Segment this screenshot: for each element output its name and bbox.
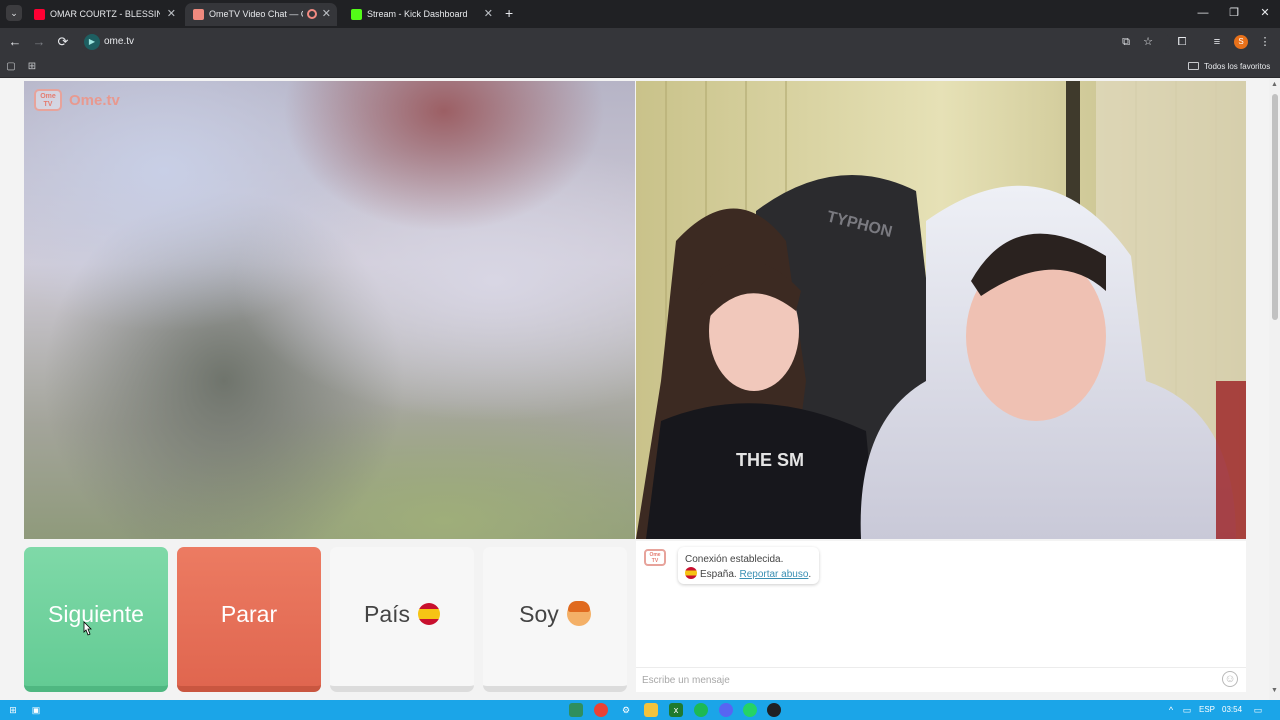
gender-label: Soy xyxy=(519,601,559,627)
minimize-button[interactable]: — xyxy=(1193,4,1213,22)
scroll-down-icon[interactable]: ▼ xyxy=(1271,687,1278,694)
tab-title: Stream - Kick Dashboard xyxy=(367,9,468,19)
new-tab-button[interactable]: + xyxy=(505,4,519,22)
page-scrollbar[interactable]: ▲ ▼ xyxy=(1269,79,1280,700)
cast-icon[interactable]: ⧉ xyxy=(1117,33,1135,51)
gender-button[interactable]: Soy xyxy=(483,547,627,692)
next-label: Siguiente xyxy=(48,601,144,627)
tab-title: OmeTV Video Chat — Ome xyxy=(209,9,303,19)
all-bookmarks-button[interactable]: Todos los favoritos xyxy=(1188,56,1270,78)
country-label: País xyxy=(363,601,411,627)
browser-toolbar: ← → ⟳ ▶ ome.tv ⧉ ☆ ⧠ ≡ ⋮ xyxy=(0,28,1280,56)
page-icon[interactable]: ▢ xyxy=(5,61,17,73)
youtube-icon xyxy=(34,9,45,20)
task-view-icon[interactable]: ▣ xyxy=(29,703,43,717)
extensions-icon[interactable]: ⧠ xyxy=(1173,33,1191,51)
hoodie-print: THE SM xyxy=(736,450,804,470)
tab-strip: ⌄ OMAR COURTZ - BLESSINGS (V ✕ OmeTV Vid… xyxy=(0,0,1280,28)
start-icon[interactable]: ⊞ xyxy=(6,703,20,717)
stop-button[interactable]: Parar xyxy=(177,547,321,692)
apps-grid-icon[interactable]: ⊞ xyxy=(26,61,38,73)
reload-button[interactable]: ⟳ xyxy=(54,33,72,51)
forward-button[interactable]: → xyxy=(30,33,48,51)
language-indicator[interactable]: ESP xyxy=(1199,700,1215,720)
system-message: Conexión establecida. España. Reportar a… xyxy=(678,547,819,584)
whatsapp-icon[interactable] xyxy=(743,703,757,717)
close-window-button[interactable]: ✕ xyxy=(1255,4,1275,22)
remote-video: TYPHON THE SM xyxy=(636,81,1246,539)
file-explorer-icon[interactable] xyxy=(644,703,658,717)
tab-title: OMAR COURTZ - BLESSINGS (V xyxy=(50,9,160,19)
kick-icon xyxy=(351,9,362,20)
tab-search-icon[interactable]: ⌄ xyxy=(6,5,22,21)
network-icon[interactable]: ▭ xyxy=(1180,703,1194,717)
report-suffix: . xyxy=(808,569,812,580)
mouse-cursor-icon xyxy=(83,621,92,636)
logo-wordmark: Ome.tv xyxy=(69,92,120,109)
spain-flag-icon xyxy=(418,603,441,625)
close-tab-icon[interactable]: ✕ xyxy=(322,3,331,26)
local-video xyxy=(24,81,635,539)
clock[interactable]: 03:54 xyxy=(1222,700,1242,720)
folder-icon xyxy=(1188,62,1199,70)
logo-box: Ome TV xyxy=(34,89,62,111)
excel-icon[interactable]: x xyxy=(669,703,683,717)
browser-menu-icon[interactable]: ⋮ xyxy=(1256,33,1274,51)
address-bar[interactable]: ▶ ome.tv xyxy=(80,31,1170,53)
scrollbar-thumb[interactable] xyxy=(1272,94,1278,320)
boy-emoji-icon xyxy=(566,601,591,626)
bookmark-star-icon[interactable]: ☆ xyxy=(1139,33,1157,51)
settings-icon[interactable]: ⚙ xyxy=(619,703,633,717)
spain-flag-icon xyxy=(685,567,697,579)
ometv-chat-icon: Ome TV xyxy=(644,549,666,566)
tray-chevron-icon[interactable]: ^ xyxy=(1164,703,1178,717)
url-text: ome.tv xyxy=(104,36,135,47)
back-button[interactable]: ← xyxy=(6,33,24,51)
message-input[interactable] xyxy=(642,672,1202,689)
message-input-bar xyxy=(636,667,1246,692)
discord-icon[interactable] xyxy=(719,703,733,717)
media-control-icon[interactable]: ≡ xyxy=(1208,33,1226,51)
tab-ometv[interactable]: OmeTV Video Chat — Ome ✕ xyxy=(185,3,337,26)
site-info-icon[interactable]: ▶ xyxy=(84,34,100,50)
all-bookmarks-label: Todos los favoritos xyxy=(1204,62,1271,71)
app-icon-1[interactable] xyxy=(569,703,583,717)
notifications-icon[interactable]: ▭ xyxy=(1251,703,1265,717)
scroll-up-icon[interactable]: ▲ xyxy=(1271,81,1278,88)
recording-icon xyxy=(307,9,317,19)
spotify-icon[interactable] xyxy=(694,703,708,717)
tab-youtube[interactable]: OMAR COURTZ - BLESSINGS (V ✕ xyxy=(26,3,182,26)
country-button[interactable]: País xyxy=(330,547,474,692)
country-name: España. xyxy=(700,569,737,580)
emoji-picker-icon[interactable]: ☺ xyxy=(1222,671,1238,687)
ometv-icon xyxy=(193,9,204,20)
partner-country: España. Reportar abuso. xyxy=(685,567,812,582)
stop-label: Parar xyxy=(220,601,278,627)
connection-status: Conexión establecida. xyxy=(685,554,784,565)
chrome-icon[interactable] xyxy=(594,703,608,717)
profile-avatar[interactable]: S xyxy=(1234,35,1248,49)
next-button[interactable]: Siguiente xyxy=(24,547,168,692)
remote-video-scene: TYPHON THE SM xyxy=(636,81,1246,539)
bookmarks-bar: ▢ ⊞ Todos los favoritos xyxy=(0,56,1280,78)
windows-taskbar: ⊞ ▣ ⚙ x ^ ▭ ESP 03:54 ▭ xyxy=(0,700,1280,720)
tab-kick[interactable]: Stream - Kick Dashboard ✕ xyxy=(343,3,499,26)
obs-icon[interactable] xyxy=(767,703,781,717)
restore-button[interactable]: ❐ xyxy=(1224,4,1244,22)
report-abuse-link[interactable]: Reportar abuso xyxy=(739,569,808,580)
close-tab-icon[interactable]: ✕ xyxy=(484,3,493,26)
close-tab-icon[interactable]: ✕ xyxy=(167,3,176,26)
